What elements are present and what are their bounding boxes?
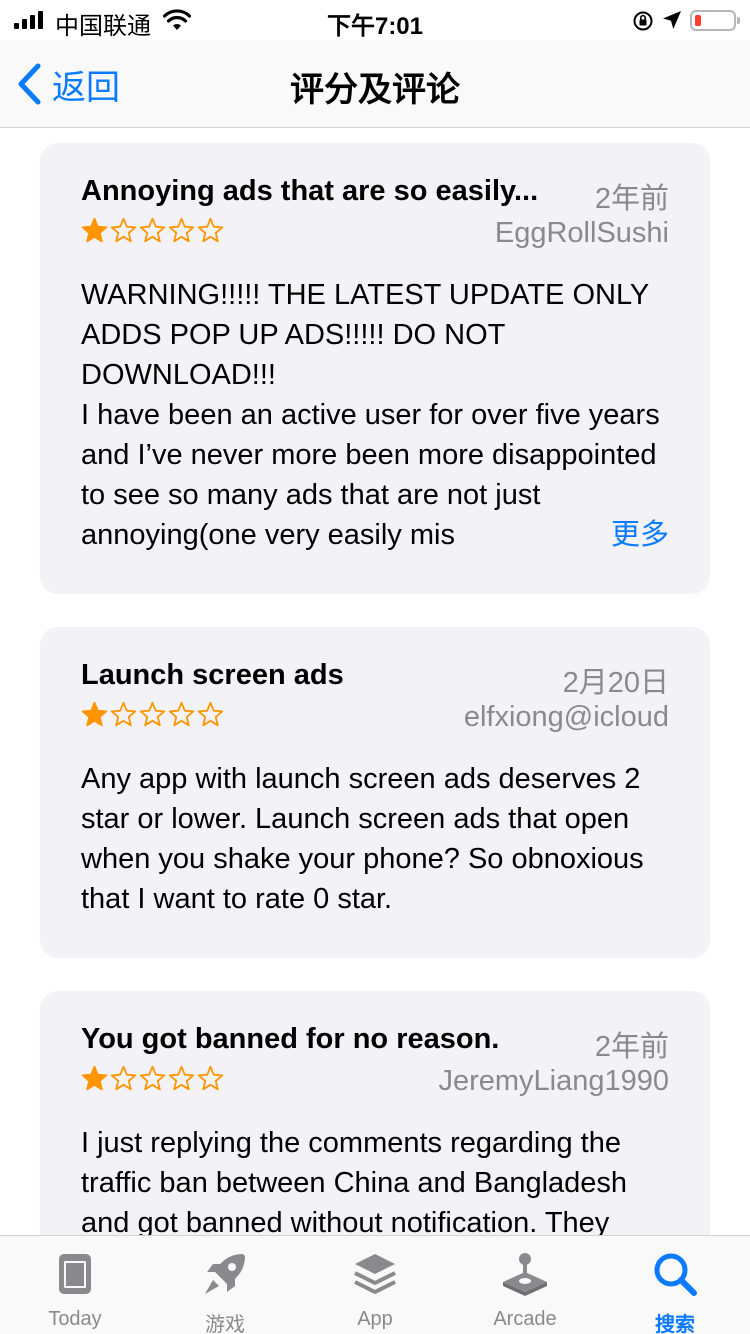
- app-stack-icon: [354, 1254, 396, 1294]
- tab-bar: Today 游戏 App Arcade 搜索: [0, 1235, 750, 1334]
- reviewer-name: EggRollSushi: [494, 217, 669, 249]
- review-date: 2年前: [594, 183, 669, 215]
- review-title: Launch screen ads: [81, 659, 344, 691]
- review-date: 2月20日: [562, 667, 669, 699]
- battery-icon: [690, 10, 740, 31]
- tab-games[interactable]: 游戏: [150, 1236, 300, 1334]
- star-empty-icon: [110, 701, 137, 727]
- reviewer-name: JeremyLiang1990: [438, 1065, 669, 1097]
- review-date: 2年前: [594, 1031, 669, 1063]
- star-empty-icon: [197, 217, 224, 243]
- star-empty-icon: [197, 701, 224, 727]
- review-body: I just replying the comments regarding t…: [81, 1127, 636, 1235]
- star-filled-icon: [81, 1065, 108, 1091]
- star-empty-icon: [197, 1065, 224, 1091]
- joystick-icon: [503, 1253, 547, 1296]
- star-empty-icon: [168, 701, 195, 727]
- review-title: Annoying ads that are so easily...: [81, 175, 539, 207]
- star-empty-icon: [168, 1065, 195, 1091]
- search-icon: [654, 1253, 697, 1296]
- star-rating: [81, 217, 224, 244]
- tab-today[interactable]: Today: [0, 1236, 150, 1334]
- star-empty-icon: [110, 217, 137, 243]
- location-arrow-icon: [663, 11, 681, 29]
- tab-label: App: [357, 1308, 393, 1330]
- review-card[interactable]: Launch screen ads 2月20日 elfxiong@icloud …: [40, 627, 710, 958]
- orientation-lock-icon: [633, 11, 653, 31]
- tab-label: 游戏: [205, 1314, 245, 1334]
- tab-label: Arcade: [493, 1308, 557, 1330]
- review-body: WARNING!!!!! THE LATEST UPDATE ONLY ADDS…: [81, 275, 669, 555]
- tab-apps[interactable]: App: [300, 1236, 450, 1334]
- star-rating: [81, 701, 224, 728]
- tab-search[interactable]: 搜索: [600, 1236, 750, 1334]
- today-icon: [59, 1254, 91, 1294]
- reviews-list[interactable]: Annoying ads that are so easily... 2年前 E…: [0, 129, 750, 1235]
- tab-label: Today: [48, 1308, 102, 1330]
- more-link[interactable]: 更多: [550, 515, 669, 555]
- star-rating: [81, 1065, 224, 1092]
- star-empty-icon: [110, 1065, 137, 1091]
- page-title: 评分及评论: [290, 71, 460, 109]
- star-empty-icon: [139, 701, 166, 727]
- tab-arcade[interactable]: Arcade: [450, 1236, 600, 1334]
- star-empty-icon: [139, 1065, 166, 1091]
- status-bar: 中国联通 下午7:01: [0, 0, 750, 40]
- reviewer-name: elfxiong@icloud: [463, 701, 669, 733]
- review-card[interactable]: You got banned for no reason. 2年前 Jeremy…: [40, 991, 710, 1235]
- navigation-bar: 返回 评分及评论: [0, 40, 750, 128]
- review-body: Any app with launch screen ads deserves …: [81, 763, 652, 915]
- star-empty-icon: [139, 217, 166, 243]
- review-title: You got banned for no reason.: [81, 1023, 500, 1055]
- star-empty-icon: [168, 217, 195, 243]
- star-filled-icon: [81, 217, 108, 243]
- star-filled-icon: [81, 701, 108, 727]
- tab-label: 搜索: [655, 1314, 695, 1334]
- review-card[interactable]: Annoying ads that are so easily... 2年前 E…: [40, 143, 710, 594]
- rocket-icon: [205, 1254, 245, 1294]
